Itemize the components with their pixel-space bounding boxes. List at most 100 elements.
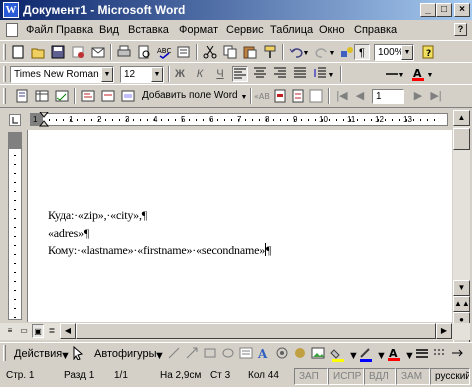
font-color-icon[interactable]: A [410, 66, 426, 82]
chevron-down-icon[interactable]: ▼ [151, 67, 163, 82]
font-size-select[interactable]: 12 ▼ [120, 66, 164, 83]
scroll-down-button[interactable]: ▼ [453, 280, 470, 296]
clip-art-icon[interactable] [292, 346, 308, 362]
font-color-icon[interactable]: A [386, 346, 402, 362]
open-data-source-icon[interactable] [34, 88, 50, 104]
chevron-down-icon[interactable]: ▼ [101, 67, 113, 82]
highlight-fields-icon[interactable] [272, 88, 288, 104]
line-spacing-icon[interactable] [312, 66, 328, 82]
redo-dropdown-icon[interactable]: ▼ [328, 44, 336, 60]
align-left-icon[interactable] [232, 66, 248, 82]
show-formatting-icon[interactable]: ¶ [354, 44, 370, 60]
format-painter-icon[interactable] [262, 44, 278, 60]
recipients-icon[interactable] [54, 88, 70, 104]
align-center-icon[interactable] [252, 66, 268, 82]
document-line-3[interactable]: Кому:·«lastname»·«firstname»·«secondname… [48, 243, 271, 258]
chevron-down-icon[interactable]: ▼ [154, 350, 165, 362]
view-merged-data-icon[interactable]: «ABC» [254, 88, 280, 104]
propagate-labels-icon[interactable] [308, 88, 324, 104]
scroll-right-button[interactable]: ▶ [436, 323, 452, 339]
research-icon[interactable] [176, 44, 192, 60]
menu-view[interactable]: Вид [99, 24, 119, 36]
font-name-select[interactable]: Times New Roman ▼ [10, 66, 114, 83]
print-preview-icon[interactable] [136, 44, 152, 60]
document-line-1[interactable]: Куда:·«zip»,·«city»,¶ [48, 208, 147, 223]
zoom-select[interactable]: 100% ▼ [374, 44, 414, 61]
oval-tool-icon[interactable] [220, 346, 236, 362]
minimize-button[interactable]: _ [420, 3, 436, 17]
diagram-icon[interactable] [274, 346, 290, 362]
close-button[interactable]: × [454, 3, 470, 17]
menu-file[interactable]: Файл [26, 24, 53, 36]
normal-view-icon[interactable]: ≡ [4, 324, 16, 338]
select-objects-icon[interactable] [70, 345, 86, 362]
menu-edit[interactable]: Правка [56, 24, 93, 36]
text-box-icon[interactable] [238, 346, 254, 362]
spelling-icon[interactable]: ABC [156, 44, 172, 60]
border-dropdown-icon[interactable]: ▼ [397, 66, 405, 82]
horizontal-ruler[interactable]: 1 1 2 3 4 5 6 7 8 9 10 11 12 13 [0, 110, 472, 128]
line-tool-icon[interactable] [166, 346, 182, 362]
line-color-icon[interactable] [358, 346, 374, 362]
undo-dropdown-icon[interactable]: ▼ [302, 44, 310, 60]
next-record-icon[interactable]: ▶ [410, 88, 426, 104]
match-fields-icon[interactable] [290, 88, 306, 104]
bold-button[interactable]: Ж [172, 66, 188, 82]
italic-button[interactable]: К [192, 66, 208, 82]
fill-color-icon[interactable] [330, 346, 346, 362]
insert-greeting-line-icon[interactable] [100, 88, 116, 104]
menu-insert[interactable]: Вставка [128, 24, 169, 36]
toolbar-grip[interactable] [3, 345, 6, 361]
arrow-tool-icon[interactable] [184, 346, 200, 362]
email-icon[interactable] [90, 44, 106, 60]
permission-icon[interactable] [70, 44, 86, 60]
insert-picture-icon[interactable] [310, 346, 326, 362]
menu-format[interactable]: Формат [179, 24, 218, 36]
previous-record-icon[interactable]: ◀ [352, 88, 368, 104]
open-folder-icon[interactable] [30, 44, 46, 60]
cut-icon[interactable] [202, 44, 218, 60]
vertical-ruler[interactable] [8, 132, 22, 320]
previous-page-button[interactable]: ▲▲ [453, 296, 470, 312]
save-icon[interactable] [50, 44, 66, 60]
underline-button[interactable]: Ч [212, 66, 228, 82]
line-spacing-dropdown-icon[interactable]: ▼ [327, 66, 335, 82]
help-question-icon[interactable]: ? [454, 23, 467, 36]
rectangle-tool-icon[interactable] [202, 346, 218, 362]
toolbar-grip[interactable] [3, 66, 6, 82]
toolbar-grip[interactable] [3, 44, 6, 60]
document-icon[interactable] [6, 23, 18, 37]
draw-actions-menu[interactable]: Действия [14, 348, 62, 360]
scroll-up-button[interactable]: ▲ [453, 110, 470, 126]
scroll-thumb[interactable] [453, 128, 470, 150]
wordart-icon[interactable]: A [256, 346, 272, 362]
status-overtype[interactable]: ЗАМ [396, 368, 430, 385]
insert-merge-fields-icon[interactable] [120, 88, 136, 104]
font-color-dropdown-icon[interactable]: ▼ [426, 66, 434, 82]
autoshapes-menu[interactable]: Автофигуры [94, 348, 157, 360]
vertical-scrollbar[interactable]: ▲ ▼ ▲▲ ● ▼▼ [453, 110, 470, 346]
chevron-down-icon[interactable]: ▼ [401, 45, 413, 60]
menu-tools[interactable]: Сервис [226, 24, 264, 36]
web-view-icon[interactable]: ▭ [18, 324, 30, 338]
status-extend[interactable]: ВДЛ [364, 368, 396, 385]
print-icon[interactable] [116, 44, 132, 60]
indent-marker-icon[interactable] [39, 112, 49, 127]
document-page[interactable]: Куда:·«zip»,·«city»,¶ «adres»¶ Кому:·«la… [27, 130, 452, 322]
copy-icon[interactable] [222, 44, 238, 60]
help-icon[interactable]: ? [420, 44, 436, 60]
print-layout-view-icon[interactable]: ▣ [32, 324, 44, 338]
tab-selector[interactable] [9, 114, 21, 126]
insert-word-field-dropdown-icon[interactable]: ▼ [240, 88, 248, 104]
align-right-icon[interactable] [272, 66, 288, 82]
menu-table[interactable]: Таблица [270, 24, 313, 36]
horizontal-scroll-thumb[interactable] [76, 323, 436, 339]
justify-icon[interactable] [292, 66, 308, 82]
outline-view-icon[interactable]: ≣ [46, 324, 58, 338]
menu-help[interactable]: Справка [354, 24, 397, 36]
insert-address-block-icon[interactable] [80, 88, 96, 104]
arrow-style-icon[interactable] [450, 346, 466, 362]
new-document-icon[interactable] [10, 44, 26, 60]
maximize-button[interactable]: □ [436, 3, 452, 17]
document-line-2[interactable]: «adres»¶ [48, 226, 89, 241]
